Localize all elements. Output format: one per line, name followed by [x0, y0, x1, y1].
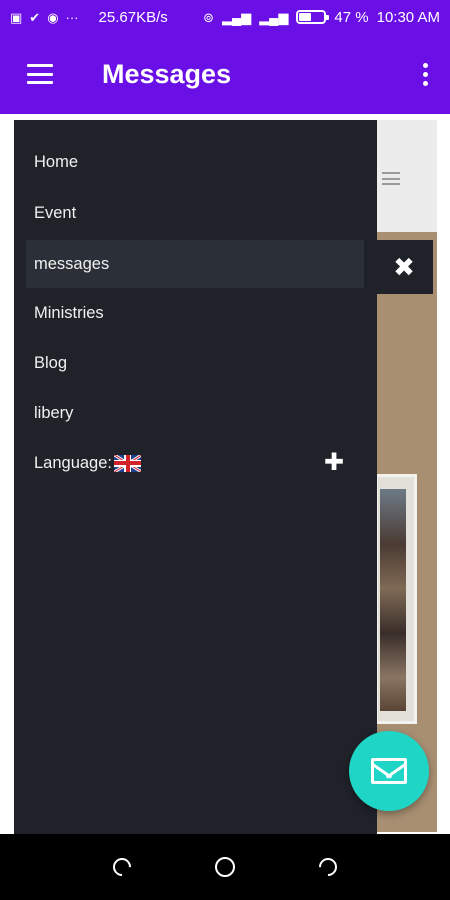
network-speed: 25.67KB/s	[98, 8, 168, 26]
drawer-item-label: Event	[34, 203, 77, 222]
back-button[interactable]	[102, 847, 142, 887]
more-vert-icon	[422, 62, 428, 68]
plus-icon[interactable]: ✚	[324, 451, 344, 475]
drawer-item-blog[interactable]: Blog	[26, 339, 364, 387]
battery-percent: 47 %	[334, 8, 369, 26]
background-image	[375, 474, 417, 724]
home-button[interactable]	[205, 847, 245, 887]
uk-flag-icon	[114, 454, 141, 472]
signal-icon: ▂▄▆	[259, 9, 289, 25]
drawer-item-label: libery	[34, 403, 74, 422]
compose-message-button[interactable]	[349, 731, 429, 811]
drawer-item-language[interactable]: Language: ✚	[26, 439, 364, 487]
close-icon: ✖	[393, 252, 415, 282]
signal-icon: ▂▄▆	[221, 9, 252, 25]
back-icon	[108, 854, 135, 880]
menu-button[interactable]	[0, 34, 80, 114]
page-title: Messages	[102, 58, 232, 89]
navigation-drawer: Home Event messages Ministries Blog libe…	[14, 120, 377, 834]
more-icon: ···	[65, 9, 79, 25]
app-bar: Messages	[0, 34, 450, 114]
drawer-item-home[interactable]: Home	[26, 138, 364, 186]
close-drawer-button[interactable]: ✖	[375, 240, 433, 294]
hotspot-icon: ⊚	[203, 9, 214, 25]
drawer-item-event[interactable]: Event	[26, 189, 364, 237]
drawer-item-label: Home	[34, 152, 79, 171]
check-icon: ✔	[29, 9, 41, 25]
recents-button[interactable]	[308, 847, 348, 887]
mail-icon	[371, 758, 407, 784]
battery-icon	[296, 10, 330, 24]
screenshot-icon: ▣	[10, 9, 23, 25]
record-icon: ◉	[47, 9, 59, 25]
drawer-item-label: messages	[34, 254, 110, 273]
recents-icon	[315, 854, 342, 880]
home-icon	[214, 857, 235, 877]
system-nav-bar	[0, 834, 450, 900]
drawer-item-messages[interactable]: messages	[26, 240, 364, 288]
status-bar: ▣ ✔ ◉ ··· 25.67KB/s ⊚ ▂▄▆ ▂▄▆ 47 % 10:30…	[0, 0, 450, 34]
clock: 10:30 AM	[376, 8, 440, 26]
drawer-item-ministries[interactable]: Ministries	[26, 289, 364, 337]
drawer-item-libery[interactable]: libery	[26, 389, 364, 437]
hamburger-icon	[27, 64, 53, 84]
status-right: ⊚ ▂▄▆ ▂▄▆ 47 % 10:30 AM	[203, 9, 440, 26]
drawer-item-label: Language:	[34, 453, 112, 472]
drawer-item-label: Ministries	[34, 303, 104, 322]
status-left: ▣ ✔ ◉ ···	[10, 11, 79, 24]
drawer-item-label: Blog	[34, 353, 68, 372]
list-icon	[382, 172, 400, 185]
overflow-menu-button[interactable]	[400, 34, 450, 114]
battery-fill	[299, 13, 311, 21]
